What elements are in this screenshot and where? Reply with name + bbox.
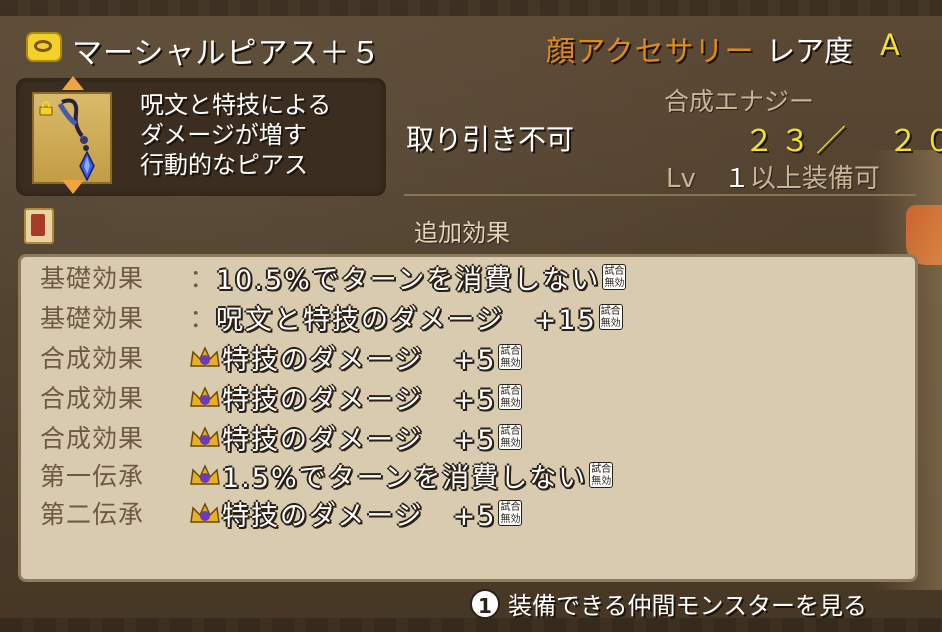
effect-separator: ： <box>189 264 215 293</box>
effect-text: 10.5%でターンを消費しない <box>216 264 601 296</box>
item-title: マーシャルピアス＋５ <box>72 36 382 71</box>
effect-row: 合成効果 特技のダメージ +5 試合 無効 <box>40 378 523 416</box>
effect-row: 第一伝承 1.5%でターンを消費しない 試合 無効 <box>40 456 614 494</box>
item-description: 呪文と特技による ダメージが増す 行動的なピアス <box>140 90 331 180</box>
effect-row: 合成効果 特技のダメージ +5 試合 無効 <box>40 338 523 376</box>
crown-icon <box>190 386 220 407</box>
lv-value: １ <box>723 164 750 194</box>
effect-text: 呪文と特技のダメージ +15 <box>216 304 597 336</box>
pvp-disabled-badge: 試合 無効 <box>498 384 523 410</box>
effect-type: 基礎効果 <box>40 264 145 293</box>
piercing-icon <box>57 98 95 182</box>
effect-text: 特技のダメージ +5 <box>222 500 497 532</box>
description-line: ダメージが増す <box>140 121 307 149</box>
lv-label: Lv <box>666 164 696 194</box>
effect-separator: ： <box>189 304 215 333</box>
crown-icon <box>190 346 220 367</box>
effect-text: 特技のダメージ +5 <box>222 384 497 416</box>
effect-row: 合成効果 特技のダメージ +5 試合 無効 <box>40 418 523 456</box>
effect-type: 基礎効果 <box>40 304 145 333</box>
pvp-disabled-badge: 試合 無効 <box>589 462 614 488</box>
face-accessory-icon <box>26 32 62 62</box>
effect-row: 基礎効果 ： 10.5%でターンを消費しない 試合 無効 <box>40 258 627 296</box>
energy-label: 合成エナジー <box>664 87 815 116</box>
pvp-disabled-badge: 試合 無効 <box>498 344 523 370</box>
lv-suffix: 以上装備可 <box>749 164 880 194</box>
equip-level: Lv １以上装備可 <box>666 158 880 195</box>
crown-icon <box>190 464 220 485</box>
pvp-disabled-badge: 試合 無効 <box>598 304 623 330</box>
item-detail-panel: マーシャルピアス＋５ 顔アクセサリー レア度 A 呪文と特技による ダメージが増… <box>0 0 942 632</box>
footer-label: 装備できる仲間モンスターを見る <box>508 592 868 620</box>
item-slot: 顔アクセサリー <box>546 34 755 68</box>
effect-text: 1.5%でターンを消費しない <box>222 462 588 494</box>
pvp-disabled-badge: 試合 無効 <box>602 264 627 290</box>
energy-value: ２３／ ２０ <box>744 124 942 159</box>
trade-status: 取り引き不可 <box>406 123 575 156</box>
controller-button-1-icon[interactable]: 1 <box>470 588 500 619</box>
effect-row: 第二伝承 特技のダメージ +5 試合 無効 <box>40 494 523 532</box>
crown-icon <box>190 502 220 523</box>
effect-text: 特技のダメージ +5 <box>222 344 497 376</box>
effect-type: 合成効果 <box>40 344 145 373</box>
arrow-down-icon[interactable] <box>62 180 84 194</box>
effects-header: 追加効果 <box>414 219 510 247</box>
effect-text: 特技のダメージ +5 <box>222 424 497 456</box>
effect-type: 合成効果 <box>40 424 145 453</box>
pvp-disabled-badge: 試合 無効 <box>498 500 523 526</box>
pvp-disabled-badge: 試合 無効 <box>498 424 523 450</box>
effect-type: 第一伝承 <box>40 462 145 491</box>
effect-type: 第二伝承 <box>40 500 145 529</box>
view-compatible-monsters[interactable]: 1 装備できる仲間モンスターを見る <box>470 586 867 621</box>
divider <box>404 194 916 196</box>
rarity-label: レア度 <box>766 34 854 68</box>
rarity-value: A <box>880 28 900 62</box>
effect-row: 基礎効果 ： 呪文と特技のダメージ +15 試合 無効 <box>40 298 623 336</box>
panel-top-edge <box>0 0 942 16</box>
description-line: 行動的なピアス <box>140 151 308 179</box>
crown-icon <box>190 426 220 447</box>
effect-type: 合成効果 <box>40 384 145 413</box>
book-icon[interactable] <box>24 208 54 244</box>
arrow-up-icon[interactable] <box>62 76 84 90</box>
description-line: 呪文と特技による <box>140 91 332 119</box>
